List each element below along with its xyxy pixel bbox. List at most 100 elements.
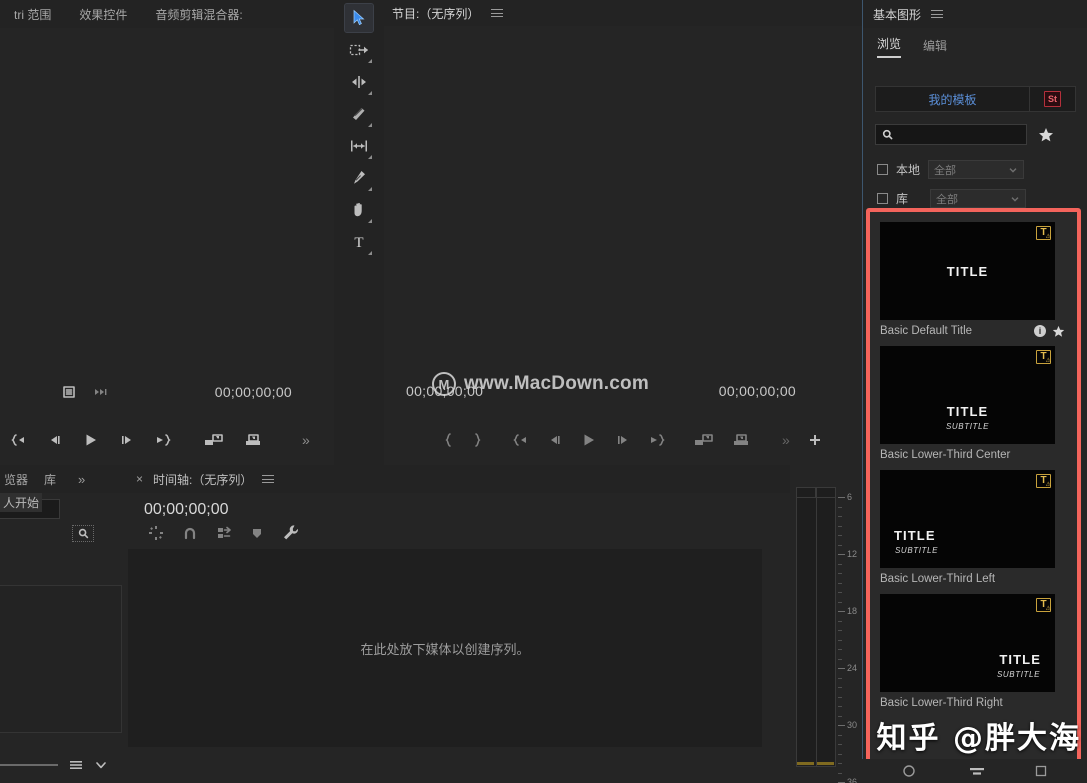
audio-meter-scale-label: 36 (847, 777, 858, 783)
template-thumbnail[interactable]: T ⚠ TITLE SUBTITLE (880, 470, 1055, 568)
source-timecode-right[interactable]: 00;00;00;00 (215, 384, 292, 400)
project-bin-area[interactable] (0, 585, 122, 733)
nest-sequence-icon[interactable] (148, 525, 164, 541)
template-name: Basic Lower-Third Left (880, 573, 996, 585)
template-thumbnail[interactable]: T ⚠ TITLE SUBTITLE (880, 594, 1055, 692)
template-item[interactable]: T ⚠ TITLE SUBTITLE Basic Lower-Third Right (880, 594, 1065, 714)
template-thumbnail[interactable]: T ⚠ TITLE SUBTITLE (880, 346, 1055, 444)
source-monitor-canvas[interactable] (0, 28, 334, 405)
tab-edit[interactable]: 编辑 (923, 37, 947, 58)
template-title-text: TITLE (946, 264, 989, 279)
transport-overflow-button[interactable]: » (302, 432, 310, 448)
button-editor-plus-icon[interactable] (808, 433, 822, 447)
program-timecode-left[interactable]: 00;00;00;00 (406, 383, 483, 399)
step-back-button[interactable] (547, 433, 563, 447)
timeline-close-icon[interactable]: × (136, 472, 143, 486)
essential-graphics-menu-icon[interactable] (931, 8, 944, 21)
local-select[interactable]: 全部 (928, 160, 1025, 179)
mark-out-button[interactable] (472, 433, 482, 447)
overwrite-button[interactable] (244, 433, 264, 447)
go-to-in-point-button[interactable] (10, 433, 27, 447)
play-button[interactable] (581, 432, 597, 448)
extract-button[interactable] (732, 433, 752, 447)
tab-libraries[interactable]: 库 (44, 471, 56, 488)
template-item[interactable]: T ⚠ TITLE Basic Default Title i (880, 222, 1065, 342)
library-select[interactable]: 全部 (930, 189, 1027, 208)
project-panel: 览器 库 » 人开始 (0, 465, 128, 783)
template-item[interactable]: T ⚠ TITLE SUBTITLE Basic Lower-Third Center (880, 346, 1065, 466)
snap-magnet-icon[interactable] (182, 525, 198, 541)
timeline-drop-area[interactable]: 在此处放下媒体以创建序列。 (128, 549, 762, 747)
step-forward-button[interactable] (119, 433, 135, 447)
timeline-title[interactable]: 时间轴:（无序列） (153, 471, 252, 488)
mark-in-button[interactable] (444, 433, 454, 447)
audio-meter-minor-tick (838, 563, 842, 565)
timeline-playhead-timecode[interactable]: 00;00;00;00 (144, 501, 229, 519)
lift-button[interactable] (694, 433, 714, 447)
info-icon[interactable]: i (1034, 325, 1046, 337)
timeline-menu-icon[interactable] (262, 473, 275, 486)
tab-browse[interactable]: 浏览 (877, 35, 902, 58)
program-monitor-canvas[interactable] (384, 28, 862, 405)
list-view-icon[interactable] (68, 759, 84, 771)
go-to-out-point-button[interactable] (155, 433, 172, 447)
go-to-out-point-button[interactable] (649, 433, 666, 447)
filter-row-local: 本地 全部 (877, 160, 1025, 179)
step-back-button[interactable] (47, 433, 63, 447)
tab-media-browser[interactable]: 览器 (4, 471, 28, 488)
track-select-forward-tool[interactable] (345, 36, 373, 64)
hand-tool[interactable] (345, 196, 373, 224)
step-forward-button[interactable] (615, 433, 631, 447)
new-layer-icon[interactable] (902, 764, 916, 778)
type-tool[interactable]: T (345, 228, 373, 256)
pen-tool[interactable] (345, 164, 373, 192)
my-templates-label: 我的模板 (928, 92, 977, 107)
audio-meter-scale-label: 18 (847, 606, 858, 616)
local-checkbox[interactable] (877, 164, 888, 175)
essential-graphics-search[interactable] (875, 124, 1027, 145)
template-name: Basic Lower-Third Right (880, 697, 1003, 709)
audio-meter-body[interactable] (796, 487, 836, 767)
chevron-down-icon[interactable] (94, 759, 108, 771)
add-marker-icon[interactable] (250, 526, 264, 540)
source-fit-icon[interactable] (62, 385, 76, 399)
favorite-star-icon[interactable] (1052, 325, 1065, 338)
favorites-filter-icon[interactable] (1035, 124, 1057, 145)
project-tabs-overflow[interactable]: » (78, 472, 85, 487)
program-menu-icon[interactable] (491, 7, 504, 20)
essential-graphics-title: 基本图形 (873, 7, 922, 22)
my-templates-button[interactable]: 我的模板 St (875, 86, 1076, 112)
program-timecode-right[interactable]: 00;00;00;00 (719, 383, 796, 399)
ripple-edit-tool[interactable] (345, 68, 373, 96)
search-input[interactable] (898, 128, 1018, 141)
template-item[interactable]: T ⚠ TITLE SUBTITLE Basic Lower-Third Left (880, 470, 1065, 590)
program-monitor-title[interactable]: 节目:（无序列） (392, 5, 479, 22)
timeline-settings-wrench-icon[interactable] (282, 524, 300, 542)
source-export-frame-icon[interactable] (94, 386, 110, 398)
delete-icon[interactable] (1034, 764, 1048, 778)
linked-selection-icon[interactable] (216, 525, 232, 541)
zoom-slider[interactable] (0, 764, 58, 766)
tab-audio-clip-mixer[interactable]: 音频剪辑混合器: (141, 6, 256, 23)
audio-meter-minor-tick (838, 544, 842, 546)
play-button[interactable] (83, 432, 99, 448)
slip-tool[interactable] (345, 132, 373, 160)
audio-meter-minor-tick (838, 506, 842, 508)
selection-tool[interactable] (344, 3, 374, 33)
audio-meter-minor-tick (838, 687, 842, 688)
tab-tri-range[interactable]: tri 范围 (0, 6, 65, 23)
template-subtitle-text: SUBTITLE (895, 546, 939, 555)
project-find-icon[interactable] (72, 525, 94, 542)
audio-meter-top-box (796, 487, 836, 498)
library-checkbox[interactable] (877, 193, 888, 204)
go-to-in-point-button[interactable] (512, 433, 529, 447)
align-icon[interactable] (968, 764, 984, 778)
insert-button[interactable] (204, 433, 224, 447)
adobe-stock-button[interactable]: St (1029, 87, 1075, 111)
transport-overflow-button[interactable]: » (782, 432, 790, 448)
text-layer-warning-icon: T ⚠ (1036, 226, 1051, 240)
template-thumbnail[interactable]: T ⚠ TITLE (880, 222, 1055, 320)
tab-effect-controls[interactable]: 效果控件 (65, 6, 141, 23)
razor-tool[interactable] (345, 100, 373, 128)
template-list[interactable]: T ⚠ TITLE Basic Default Title i T ⚠ TITLE SUBTIT… (870, 212, 1077, 774)
